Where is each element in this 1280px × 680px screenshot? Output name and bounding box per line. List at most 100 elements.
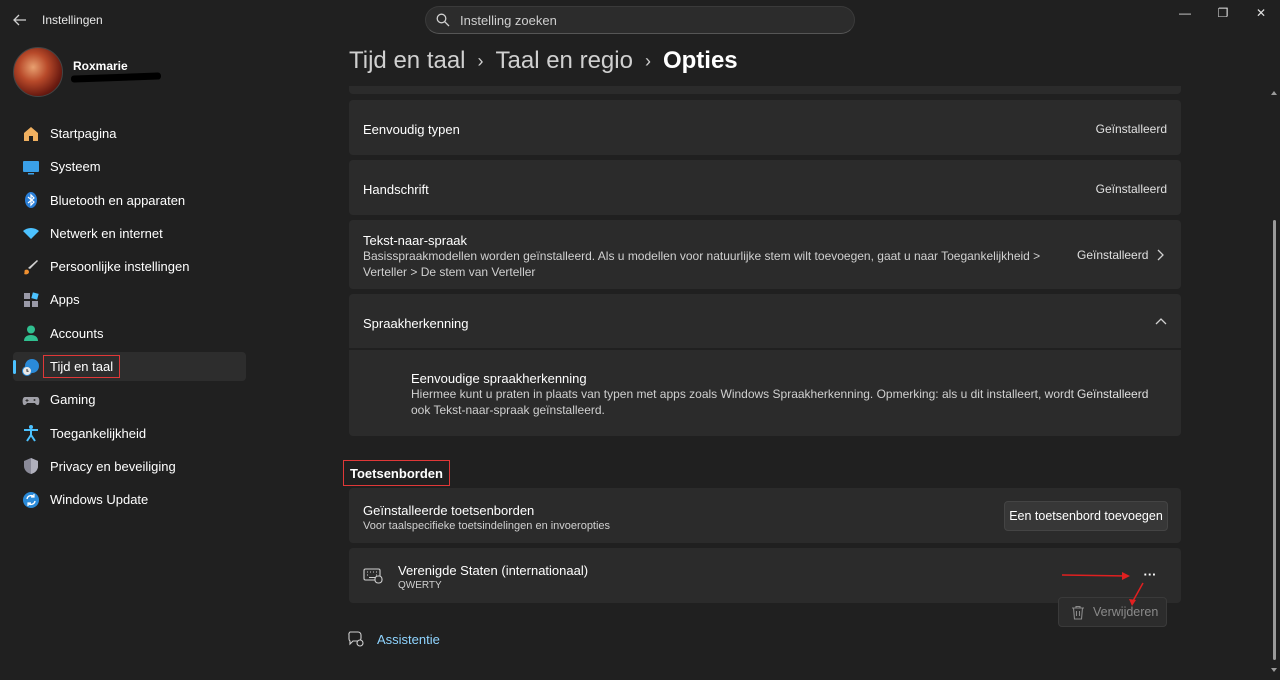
avatar (13, 47, 63, 97)
feature-card-handwriting: Handschrift Geïnstalleerd (349, 160, 1181, 215)
keyboard-item-card: Verenigde Staten (internationaal) QWERTY… (349, 548, 1181, 603)
chevron-right-icon (1157, 249, 1164, 261)
sidebar-item-label: Accounts (50, 325, 104, 341)
sidebar-item-gaming[interactable]: Gaming (13, 385, 246, 414)
help-label: Assistentie (377, 631, 440, 647)
minimize-button[interactable]: — (1166, 0, 1204, 26)
scroll-thumb[interactable] (1273, 220, 1276, 660)
help-chat-icon (348, 631, 364, 647)
sidebar-item-label: Toegankelijkheid (50, 425, 147, 441)
installed-keyboards-desc: Voor taalspecifieke toetsindelingen en i… (363, 520, 611, 532)
keyboard-name: Verenigde Staten (internationaal) (398, 563, 589, 578)
feature-card-tts[interactable]: Tekst-naar-spraak Basisspraakmodellen wo… (349, 220, 1181, 289)
search-box[interactable] (425, 6, 855, 34)
sidebar-nav: Startpagina Systeem Bluetooth en apparat… (13, 119, 246, 519)
sidebar-item-systeem[interactable]: Systeem (13, 152, 246, 181)
gamepad-icon (22, 391, 40, 409)
help-link[interactable]: Assistentie (347, 630, 440, 648)
sub-feature-desc-line1: Hiermee kunt u praten in plaats van type… (411, 387, 1074, 401)
status-text: Geïnstalleerd (1077, 387, 1149, 401)
close-icon: ✕ (1255, 6, 1267, 20)
remove-menu-item[interactable]: Verwijderen (1058, 597, 1167, 627)
scrollbar[interactable] (1270, 90, 1278, 675)
add-keyboard-button[interactable]: Een toetsenbord toevoegen (1004, 501, 1168, 531)
status-text: Geïnstalleerd (1077, 248, 1149, 262)
section-title-keyboards: Toetsenborden (343, 460, 450, 486)
feature-card-speech-expanded: Eenvoudige spraakherkenning Hiermee kunt… (349, 350, 1181, 436)
remove-label: Verwijderen (1093, 605, 1159, 619)
search-icon (436, 13, 450, 27)
sidebar-item-toegankelijkheid[interactable]: Toegankelijkheid (13, 419, 246, 448)
sidebar-item-label: Privacy en beveiliging (50, 458, 176, 474)
breadcrumb-taal-en-regio[interactable]: Taal en regio (496, 47, 633, 75)
sidebar-item-label: Gaming (50, 392, 96, 408)
feature-title: Tekst-naar-spraak (363, 233, 468, 248)
accessibility-icon (22, 424, 40, 442)
maximize-icon: ❐ (1217, 6, 1229, 20)
apps-icon (22, 291, 40, 309)
installed-keyboards-title: Geïnstalleerde toetsenborden (363, 503, 535, 518)
app-title: Instellingen (42, 13, 103, 27)
sidebar-item-tijd-en-taal[interactable]: Tijd en taal (13, 352, 246, 382)
breadcrumb: Tijd en taal › Taal en regio › Opties (349, 47, 738, 75)
feature-desc-line1: Basisspraakmodellen worden geïnstalleerd… (363, 249, 1041, 263)
person-icon (22, 324, 40, 342)
update-icon (22, 491, 40, 509)
wifi-icon (22, 224, 40, 242)
page-title: Opties (662, 47, 738, 74)
sidebar-item-label: Persoonlijke instellingen (50, 259, 190, 275)
system-icon (22, 158, 40, 176)
status-text: Geïnstalleerd (1095, 122, 1167, 136)
sidebar-item-label: Apps (50, 292, 80, 308)
scroll-up-icon[interactable] (1270, 90, 1278, 96)
back-button[interactable] (8, 8, 32, 32)
shield-icon (22, 457, 40, 475)
close-button[interactable]: ✕ (1242, 0, 1280, 26)
chevron-right-icon: › (644, 50, 651, 71)
trash-icon (1072, 605, 1084, 620)
installed-keyboards-card: Geïnstalleerde toetsenborden Voor taalsp… (349, 488, 1181, 543)
title-bar: Instellingen — ❐ ✕ (0, 0, 1280, 40)
sidebar-item-label: Startpagina (50, 126, 117, 141)
profile-name: Roxmarie (73, 59, 128, 73)
feature-card-speech[interactable]: Spraakherkenning (349, 294, 1181, 348)
feature-title: Handschrift (363, 182, 429, 197)
sidebar-item-label: Netwerk en internet (50, 225, 163, 241)
sidebar-item-label: Windows Update (50, 492, 149, 508)
scroll-down-icon[interactable] (1270, 667, 1278, 673)
sidebar-item-netwerk[interactable]: Netwerk en internet (13, 219, 246, 248)
arrow-left-icon (13, 14, 26, 26)
sidebar-item-windows-update[interactable]: Windows Update (13, 485, 246, 514)
keyboard-layout: QWERTY (398, 580, 442, 591)
sidebar-item-persoonlijk[interactable]: Persoonlijke instellingen (13, 252, 246, 281)
sidebar-item-label: Tijd en taal (42, 355, 121, 379)
chevron-up-icon[interactable] (1155, 317, 1167, 325)
feature-title: Spraakherkenning (363, 316, 469, 331)
sidebar-item-label: Systeem (50, 159, 101, 175)
globe-clock-icon (22, 358, 40, 376)
brush-icon (22, 258, 40, 276)
sidebar-item-apps[interactable]: Apps (13, 285, 246, 314)
bluetooth-icon (22, 191, 40, 209)
feature-card-typing: Eenvoudig typen Geïnstalleerd (349, 100, 1181, 155)
sub-feature-desc-line2: ook Tekst-naar-spraak geïnstalleerd. (411, 403, 605, 417)
sidebar-item-startpagina[interactable]: Startpagina (13, 119, 246, 148)
sidebar-item-label: Bluetooth en apparaten (50, 192, 186, 208)
redacted-email (70, 72, 162, 83)
breadcrumb-tijd-en-taal[interactable]: Tijd en taal (349, 47, 466, 75)
sidebar-item-bluetooth[interactable]: Bluetooth en apparaten (13, 186, 246, 215)
search-input[interactable] (460, 12, 840, 28)
more-options-button[interactable]: ··· (1139, 563, 1161, 585)
feature-title: Eenvoudig typen (363, 122, 460, 137)
status-text: Geïnstalleerd (1095, 182, 1167, 196)
user-profile[interactable]: Roxmarie (13, 46, 162, 98)
feature-desc-line2: Verteller > De stem van Verteller (363, 265, 536, 279)
sidebar-item-accounts[interactable]: Accounts (13, 319, 246, 348)
maximize-button[interactable]: ❐ (1204, 0, 1242, 26)
keyboard-icon (363, 568, 383, 584)
sub-feature-title: Eenvoudige spraakherkenning (411, 371, 587, 386)
chevron-right-icon: › (477, 50, 484, 71)
sidebar-item-privacy[interactable]: Privacy en beveiliging (13, 452, 246, 481)
home-icon (22, 125, 40, 143)
feature-card-partial (349, 86, 1181, 94)
